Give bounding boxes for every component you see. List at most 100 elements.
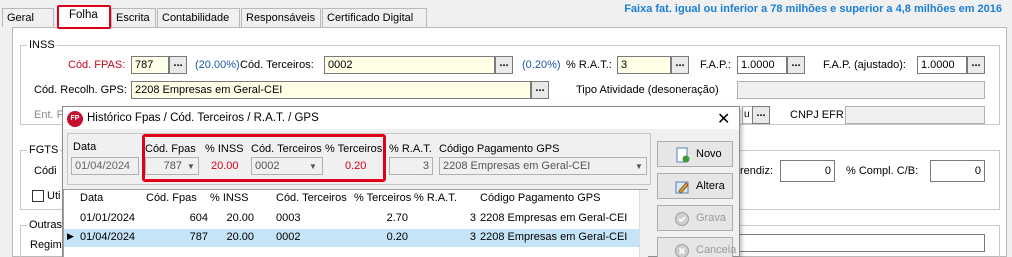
gps-label: Cód. Recolh. GPS: [34,84,127,96]
rat-lookup-button[interactable]: ... [671,56,689,74]
tab-folha[interactable]: Folha [57,5,111,29]
chevron-down-icon: ▼ [187,162,195,171]
tab-geral[interactable]: Geral [2,8,54,27]
fpas-percent: (20.00%) [195,59,240,71]
fap-ajustado-input[interactable]: 1.0000 [917,56,967,74]
close-icon[interactable]: ✕ [717,109,730,129]
chevron-down-icon: ▼ [635,162,643,171]
tipo-atividade-input[interactable] [737,81,985,99]
grid-header-data: Data [80,192,104,204]
historico-dialog: FP Histórico Fpas / Cód. Terceiros / R.A… [62,106,740,257]
edit-pct-terceiros-label: % Terceiros [325,143,383,155]
terceiros-label: Cód. Terceiros: [240,59,314,71]
cancela-button[interactable]: Cancela [657,237,737,257]
edit-pct-terceiros-value: 0.20 [345,160,367,172]
fap-ajustado-label: F.A.P. (ajustado): [823,59,906,71]
tipo-atividade-label: Tipo Atividade (desoneração) [576,84,719,96]
tab-escrita[interactable]: Escrita [111,8,156,27]
grid-scrollbar[interactable] [639,190,648,257]
edit-rat-input[interactable]: 3 [389,157,433,175]
edit-inss-value: 20.00 [211,160,239,172]
ent-label: Ent. F [34,109,64,121]
grid-header-inss: % INSS [210,192,249,204]
edit-rat-label: % R.A.T. [389,143,432,155]
cell-rat: 3 [469,231,476,243]
tab-contabilidade[interactable]: Contabilidade [157,8,240,27]
terceiros-percent: (0.20%) [522,59,561,71]
new-document-icon [676,147,690,163]
uti-checkbox[interactable] [32,190,44,202]
fgts-cod-label: Códi [34,165,57,177]
cnpj-efr-input[interactable] [845,106,985,124]
fap-input[interactable]: 1.0000 [737,56,787,74]
gps-lookup-button[interactable]: ... [531,81,549,99]
dialog-title: Histórico Fpas / Cód. Terceiros / R.A.T.… [87,112,319,124]
fap-label: F.A.P.: [700,59,731,71]
grid-header-rat: % R.A.T. [414,192,457,204]
cell-inss: 20.00 [226,212,254,224]
altera-label: Altera [696,180,725,192]
rat-input[interactable]: 3 [617,56,671,74]
tab-responsaveis[interactable]: Responsáveis [241,8,321,27]
grid-header-terceiros: Cód. Terceiros [276,192,347,204]
aprendiz-label: rendiz: [740,165,774,177]
cell-terceiros: 0003 [276,212,301,224]
dialog-titlebar: FP Histórico Fpas / Cód. Terceiros / R.A… [63,107,739,129]
grava-label: Grava [696,212,726,224]
fp-app-icon: FP [67,111,83,127]
terceiros-lookup-button[interactable]: ... [495,56,513,74]
inss-group-title: INSS [27,39,57,51]
cell-inss: 20.00 [226,231,254,243]
edit-data-label: Data [73,141,97,153]
fgts-group-title: FGTS [27,144,61,156]
aprendiz-input[interactable]: 0 [780,160,835,182]
chevron-down-icon: ▼ [309,162,317,171]
cell-pct-terceiros: 0.20 [386,231,408,243]
edit-terceiros-label: Cód. Terceiros [251,143,322,155]
cell-fpas: 787 [189,231,208,243]
cell-rat: 3 [469,212,476,224]
grid-header-pct-terceiros: % Terceiros [354,192,412,204]
ent-lookup-button[interactable]: ... [752,106,770,124]
compl-cb-input[interactable]: 0 [930,160,985,182]
terceiros-input[interactable]: 0002 [324,56,495,74]
cell-data: 01/01/2024 [80,212,136,224]
grid-header-fpas: Cód. Fpas [146,192,197,204]
fpas-lookup-button[interactable]: ... [169,56,187,74]
fap-lookup-button[interactable]: ... [787,56,805,74]
outras-group-title: Outras [27,219,65,231]
cancel-circle-icon [675,244,689,257]
cell-data: 01/04/2024 [80,231,136,243]
edit-data-input[interactable]: 01/04/2024 [71,157,139,175]
gps-input[interactable]: 2208 Empresas em Geral-CEI [131,81,531,99]
regime-label: Regim [30,239,62,251]
cell-gps: 2208 Empresas em Geral-CEI [480,231,628,243]
historico-grid: Data Cód. Fpas % INSS Cód. Terceiros % T… [63,189,648,257]
altera-button[interactable]: Altera [657,173,733,199]
edit-gps-label: Código Pagamento GPS [439,143,560,155]
grid-header-gps: Código Pagamento GPS [480,192,601,204]
cancela-label: Cancela [696,244,737,256]
cell-fpas: 604 [189,212,208,224]
tab-bar: Geral Folha Escrita Contabilidade Respon… [0,0,1012,29]
novo-button[interactable]: Novo [657,141,733,167]
edit-icon [675,181,689,194]
regime-input[interactable] [737,234,985,252]
edit-fpas-label: Cód. Fpas [145,143,196,155]
cnpj-efr-label: CNPJ EFR [790,109,844,121]
cell-gps: 2208 Empresas em Geral-CEI [480,212,628,224]
compl-cb-label: % Compl. C/B: [846,165,919,177]
cell-pct-terceiros: 2.70 [386,212,408,224]
tab-certificado-digital[interactable]: Certificado Digital [322,8,427,27]
fpas-label: Cód. FPAS: [68,59,126,71]
check-circle-icon [675,212,689,226]
table-row[interactable]: 01/01/2024 604 20.00 0003 2.70 3 2208 Em… [64,210,639,228]
row-selected-arrow-icon: ▶ [67,231,74,241]
uti-label: Uti [47,190,61,202]
edit-gps-select[interactable]: 2208 Empresas em Geral-CEI [439,157,647,175]
table-row[interactable]: ▶ 01/04/2024 787 20.00 0002 0.20 3 2208 … [64,229,639,247]
fpas-input[interactable]: 787 [131,56,169,74]
cell-terceiros: 0002 [276,231,301,243]
fap-ajustado-lookup-button[interactable]: ... [967,56,985,74]
grava-button[interactable]: Grava [657,205,733,231]
